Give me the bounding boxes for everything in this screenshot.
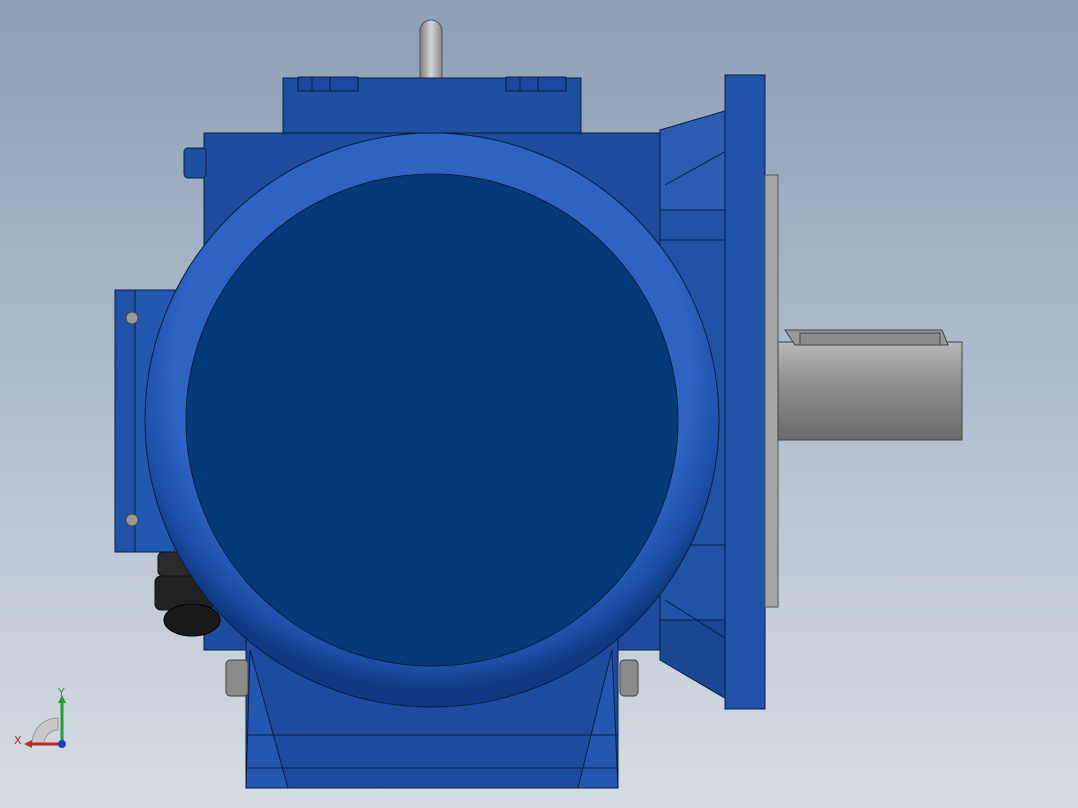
x-axis-label: X xyxy=(14,734,22,747)
coordinate-triad: X Y xyxy=(14,686,66,748)
cad-model-viewport[interactable] xyxy=(0,0,1078,808)
side-bolt-top-left xyxy=(183,147,207,179)
z-axis-dot xyxy=(58,740,66,748)
output-shaft xyxy=(777,329,963,441)
y-axis-label: Y xyxy=(57,686,65,699)
output-flange xyxy=(724,74,779,710)
gearbox-top-housing xyxy=(282,76,582,139)
motor-end-cover xyxy=(144,132,720,708)
